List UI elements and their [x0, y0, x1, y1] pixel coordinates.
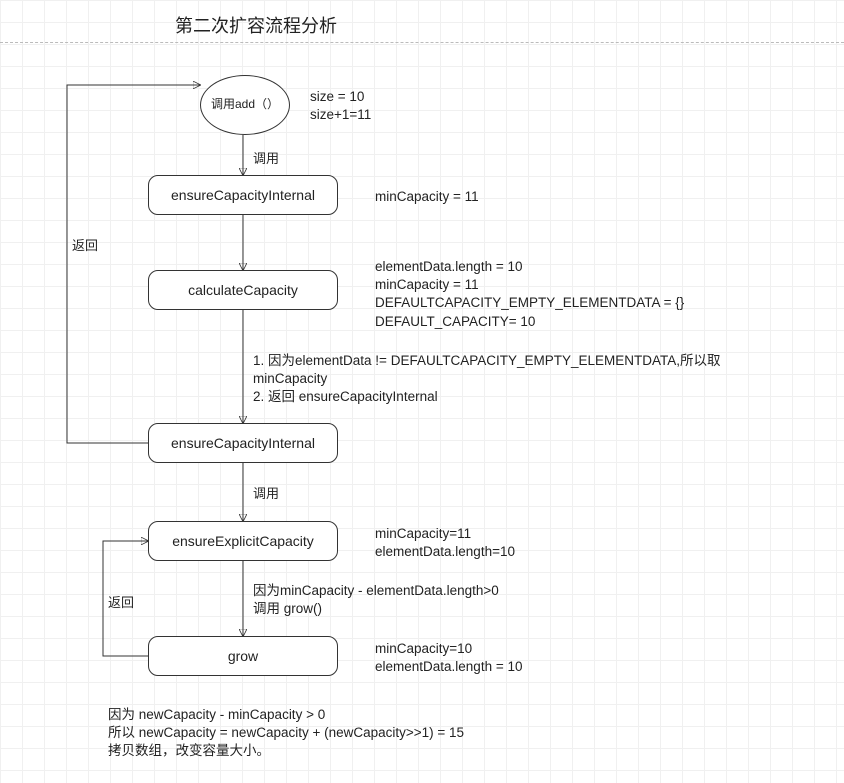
annot-bottom: 因为 newCapacity - minCapacity > 0 所以 newC…	[108, 706, 464, 761]
diagram-title: 第二次扩容流程分析	[175, 12, 337, 38]
edge-label-return-2: 返回	[108, 592, 134, 611]
node-start: 调用add（）	[200, 75, 290, 135]
annot-n4: minCapacity=11 elementData.length=10	[375, 525, 515, 561]
annot-n1: minCapacity = 11	[375, 188, 479, 206]
node-ensure-internal-2-label: ensureCapacityInternal	[171, 435, 315, 451]
annot-n5: minCapacity=10 elementData.length = 10	[375, 640, 522, 676]
node-ensure-explicit-label: ensureExplicitCapacity	[172, 533, 314, 549]
node-calculate-capacity: calculateCapacity	[148, 270, 338, 310]
node-grow-label: grow	[228, 648, 258, 664]
node-start-label: 调用add（）	[211, 98, 279, 111]
annot-edge-n4-n5: 因为minCapacity - elementData.length>0 调用 …	[253, 582, 499, 618]
node-ensure-explicit: ensureExplicitCapacity	[148, 521, 338, 561]
annot-edge-n2-n3: 1. 因为elementData != DEFAULTCAPACITY_EMPT…	[253, 352, 721, 407]
annot-start: size = 10 size+1=11	[310, 88, 371, 124]
node-calculate-capacity-label: calculateCapacity	[188, 282, 298, 298]
node-grow: grow	[148, 636, 338, 676]
edge-label-call-2: 调用	[253, 483, 279, 502]
node-ensure-internal-2: ensureCapacityInternal	[148, 423, 338, 463]
node-ensure-internal-1-label: ensureCapacityInternal	[171, 187, 315, 203]
edge-label-return-1: 返回	[72, 235, 98, 254]
annot-n2: elementData.length = 10 minCapacity = 11…	[375, 258, 684, 331]
edge-label-call-1: 调用	[253, 148, 279, 167]
page-divider	[0, 42, 844, 43]
node-ensure-internal-1: ensureCapacityInternal	[148, 175, 338, 215]
